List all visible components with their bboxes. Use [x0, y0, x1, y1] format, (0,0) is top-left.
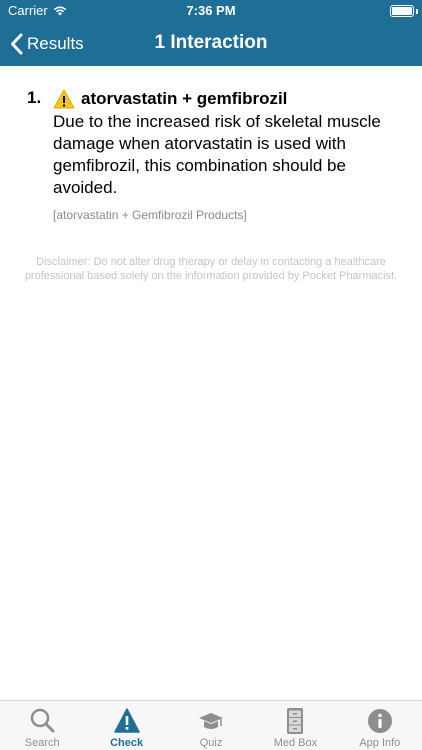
interaction-title: atorvastatin + gemfibrozil [81, 89, 288, 108]
interaction-number: 1. [27, 88, 42, 107]
interaction-body: atorvastatin + gemfibrozil Due to the in… [53, 88, 407, 222]
battery-icon [390, 5, 414, 17]
tab-quiz[interactable]: Quiz [169, 701, 253, 750]
tab-bar: Search Check Quiz Med Box App Info [0, 700, 422, 750]
warning-triangle-icon [113, 708, 140, 733]
tab-app-info[interactable]: App Info [338, 701, 422, 750]
navigation-header: Carrier 7:36 PM Results 1 Interaction [0, 0, 422, 66]
info-icon [367, 709, 392, 733]
tab-quiz-label: Quiz [199, 737, 223, 749]
tab-search[interactable]: Search [0, 701, 84, 750]
warning-icon [53, 89, 75, 109]
tab-med-box[interactable]: Med Box [253, 701, 337, 750]
interaction-description: Due to the increased risk of skeletal mu… [53, 112, 381, 197]
tab-med-box-label: Med Box [273, 737, 318, 749]
status-bar: Carrier 7:36 PM [0, 0, 422, 22]
page-title: 1 Interaction [154, 32, 268, 53]
graduation-cap-icon [199, 713, 224, 729]
tab-app-info-label: App Info [359, 737, 401, 749]
battery-tip [416, 9, 418, 14]
disclaimer-text: Disclaimer: Do not alter drug therapy or… [24, 256, 398, 282]
tab-search-label: Search [24, 737, 60, 749]
interaction-title-row: atorvastatin + gemfibrozil [53, 88, 407, 110]
tab-check-label: Check [110, 737, 144, 749]
interaction-source: [atorvastatin + Gemfibrozil Products] [53, 208, 247, 222]
cabinet-icon [287, 708, 304, 734]
tab-check[interactable]: Check [84, 701, 168, 750]
clock: 7:36 PM [186, 3, 236, 18]
magnifier-icon [30, 708, 55, 733]
